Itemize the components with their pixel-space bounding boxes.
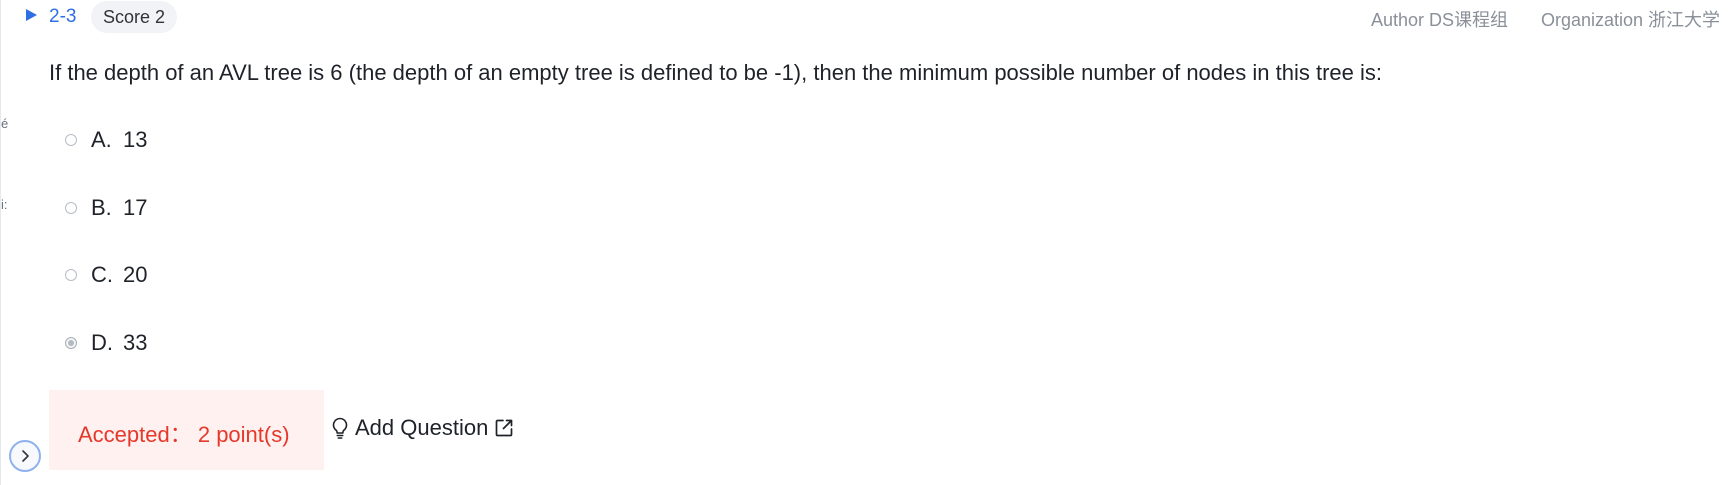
option-c[interactable]: C. 20 (65, 260, 147, 290)
collapse-triangle-icon[interactable] (26, 9, 37, 21)
radio-button[interactable] (65, 202, 77, 214)
radio-button[interactable] (65, 134, 77, 146)
option-text: 17 (123, 195, 148, 220)
option-letter: B. (91, 195, 112, 220)
organization-label: Organization 浙江大学 (1541, 10, 1721, 30)
result-text: Accepted： 2 point(s) (78, 422, 290, 447)
option-text: 13 (123, 127, 148, 152)
question-text: If the depth of an AVL tree is 6 (the de… (49, 60, 1382, 85)
external-link-icon (495, 419, 513, 437)
side-edge-glyph: i: (1, 197, 8, 212)
option-a[interactable]: A. 13 (65, 125, 147, 155)
option-text: 20 (123, 262, 148, 287)
option-b[interactable]: B. 17 (65, 193, 147, 223)
option-d[interactable]: D. 33 (65, 328, 147, 358)
score-badge: Score 2 (91, 1, 178, 33)
option-text: 33 (123, 330, 148, 355)
question-header: 2-3 Score 2 Author DS课程组 Organization 浙江… (1, 0, 1736, 36)
question-number[interactable]: 2-3 (49, 6, 76, 28)
lightbulb-icon (332, 417, 348, 439)
add-question-label: Add Question (355, 415, 489, 440)
side-edge-glyph: é (1, 116, 9, 131)
option-letter: A. (91, 127, 112, 152)
expand-sidebar-button[interactable] (9, 440, 41, 472)
result-banner: Accepted： 2 point(s) (49, 390, 324, 470)
author-label: Author DS课程组 (1371, 10, 1509, 30)
radio-button-selected[interactable] (65, 337, 77, 349)
chevron-right-icon (22, 450, 29, 462)
option-letter: C. (91, 262, 113, 287)
radio-button[interactable] (65, 269, 77, 281)
question-panel: é i: 2-3 Score 2 Author DS课程组 Organizati… (0, 0, 1736, 485)
option-letter: D. (91, 330, 113, 355)
add-question-link[interactable]: Add Question (331, 415, 514, 441)
